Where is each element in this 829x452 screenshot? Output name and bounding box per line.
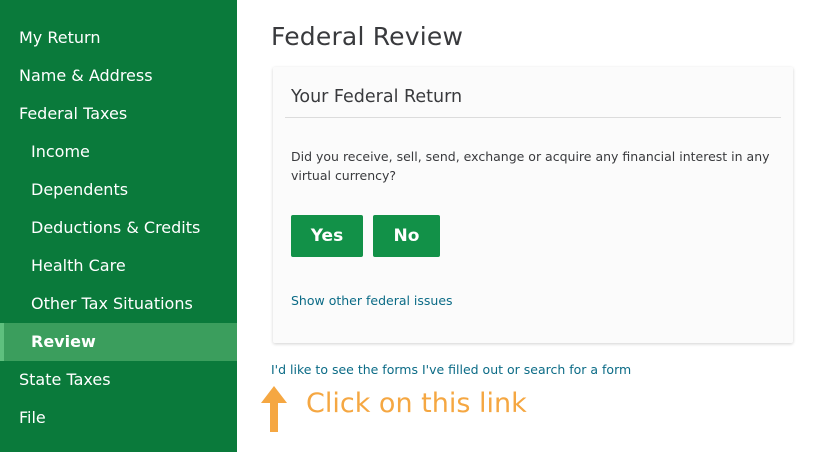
main-content: Federal Review Your Federal Return Did y…: [237, 0, 829, 452]
card-title: Your Federal Return: [291, 87, 463, 107]
arrow-up-icon: [261, 386, 287, 432]
sidebar-item-dependents[interactable]: Dependents: [0, 171, 237, 209]
sidebar-item-my-return[interactable]: My Return: [0, 19, 237, 57]
sidebar-item-other-tax-situations[interactable]: Other Tax Situations: [0, 285, 237, 323]
sidebar-item-health-care[interactable]: Health Care: [0, 247, 237, 285]
card-divider: [285, 117, 781, 118]
annotation-text: Click on this link: [306, 388, 527, 419]
see-forms-link[interactable]: I'd like to see the forms I've filled ou…: [271, 362, 631, 377]
sidebar-item-name-address[interactable]: Name & Address: [0, 57, 237, 95]
sidebar-nav: My Return Name & Address Federal Taxes I…: [0, 0, 237, 452]
page-title: Federal Review: [271, 22, 464, 51]
sidebar-item-file[interactable]: File: [0, 399, 237, 437]
virtual-currency-question: Did you receive, sell, send, exchange or…: [291, 149, 770, 183]
sidebar-item-review[interactable]: Review: [0, 323, 237, 361]
sidebar-item-federal-taxes[interactable]: Federal Taxes: [0, 95, 237, 133]
no-button[interactable]: No: [373, 215, 440, 257]
yes-button[interactable]: Yes: [291, 215, 363, 257]
federal-return-card: Your Federal Return Did you receive, sel…: [273, 67, 793, 343]
sidebar-item-state-taxes[interactable]: State Taxes: [0, 361, 237, 399]
show-other-federal-issues-link[interactable]: Show other federal issues: [291, 293, 453, 308]
sidebar-item-income[interactable]: Income: [0, 133, 237, 171]
sidebar-item-deductions-credits[interactable]: Deductions & Credits: [0, 209, 237, 247]
